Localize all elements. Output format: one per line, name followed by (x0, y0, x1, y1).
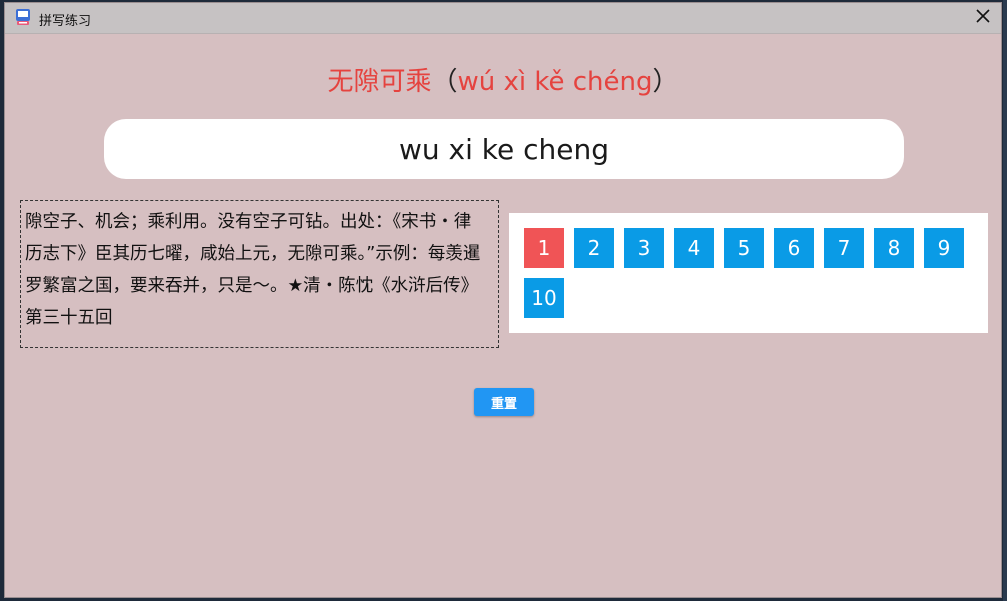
app-window: 拼写练习 无隙可乘（wú xì kě chéng） 隙空子、机会；乘利用。没有空… (4, 2, 1002, 598)
page-button-8[interactable]: 8 (874, 228, 914, 268)
pinyin-answer-input[interactable] (104, 119, 904, 179)
page-button-1[interactable]: 1 (524, 228, 564, 268)
paren-open: （ (431, 67, 458, 97)
close-button[interactable] (971, 6, 995, 30)
page-button-4[interactable]: 4 (674, 228, 714, 268)
reset-button[interactable]: 重置 (474, 388, 534, 416)
page-button-10[interactable]: 10 (524, 278, 564, 318)
page-button-3[interactable]: 3 (624, 228, 664, 268)
definition-box: 隙空子、机会；乘利用。没有空子可钻。出处：《宋书・律历志下》臣其历七曜，咸始上元… (20, 200, 499, 348)
app-icon (14, 8, 32, 26)
close-icon (975, 8, 991, 28)
page-button-9[interactable]: 9 (924, 228, 964, 268)
page-button-5[interactable]: 5 (724, 228, 764, 268)
desktop-edge (1003, 0, 1007, 601)
window-title: 拼写练习 (39, 14, 92, 29)
word-hanzi: 无隙可乘 (327, 67, 432, 97)
title-bar: 拼写练习 (5, 3, 1001, 34)
word-heading: 无隙可乘（wú xì kě chéng） (5, 61, 1001, 98)
word-pinyin: wú xì kě chéng (457, 67, 653, 97)
page-button-7[interactable]: 7 (824, 228, 864, 268)
page-selector-panel: 1 2 3 4 5 6 7 8 9 10 (509, 213, 988, 333)
page-button-2[interactable]: 2 (574, 228, 614, 268)
page-button-6[interactable]: 6 (774, 228, 814, 268)
paren-close: ） (652, 67, 679, 97)
